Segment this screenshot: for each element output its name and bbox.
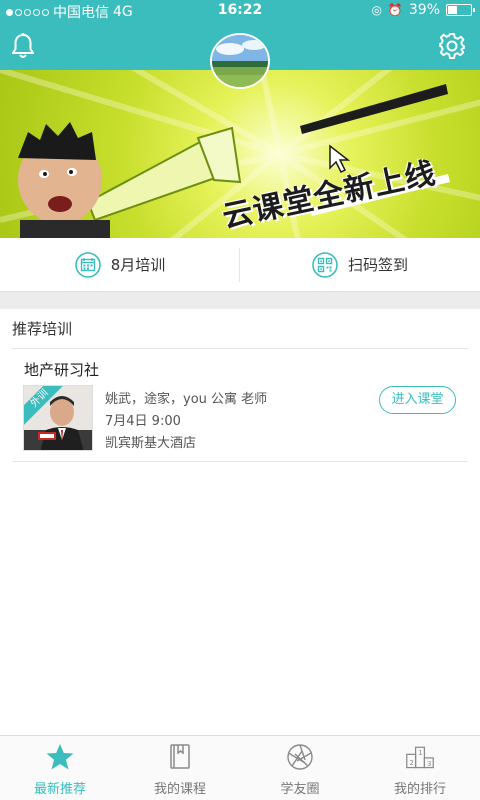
avatar[interactable] <box>210 33 270 89</box>
training-month-button[interactable]: 8月培训 <box>0 238 240 291</box>
battery-level <box>448 6 458 14</box>
tab-my-courses-label: 我的课程 <box>153 782 206 797</box>
alarm-icon: ⏰ <box>387 3 403 17</box>
svg-text:2: 2 <box>409 758 413 767</box>
svg-text:3: 3 <box>427 759 431 768</box>
podium-icon: 1 2 3 <box>406 746 434 769</box>
tab-my-ranking[interactable]: 1 2 3 我的排行 <box>360 736 480 800</box>
book-icon <box>170 744 190 769</box>
quick-actions: 8月培训 扫码签到 <box>0 238 480 292</box>
battery-icon <box>446 4 475 16</box>
svg-text:1: 1 <box>418 748 422 757</box>
section-gap <box>0 292 480 309</box>
action-divider <box>239 248 240 282</box>
training-place: 凯宾斯基大酒店 <box>105 436 197 451</box>
bell-icon[interactable] <box>10 32 36 60</box>
training-teacher: 姚武，途家，you 公寓 老师 <box>105 392 268 407</box>
rotation-lock-icon: ◎ <box>371 3 382 17</box>
training-title: 地产研习社 <box>24 361 100 379</box>
training-month-label: 8月培训 <box>110 256 166 274</box>
tab-my-courses[interactable]: 我的课程 <box>120 736 240 800</box>
scan-checkin-label: 扫码签到 <box>347 256 408 274</box>
aperture-icon <box>287 744 313 770</box>
gear-icon[interactable] <box>438 32 466 60</box>
training-thumbnail: 外训 <box>23 385 93 451</box>
tab-latest-label: 最新推荐 <box>33 782 86 797</box>
qr-code-icon <box>312 251 338 278</box>
section-title: 推荐培训 <box>12 320 73 338</box>
tab-latest[interactable]: 最新推荐 <box>0 736 120 800</box>
status-right: ◎ ⏰ 39% <box>371 2 475 18</box>
tab-classmates[interactable]: 学友圈 <box>240 736 360 800</box>
tab-bar: 最新推荐 我的课程 学友圈 1 2 3 我的排行 <box>0 735 480 800</box>
calendar-icon <box>74 251 101 278</box>
star-icon <box>46 744 74 770</box>
tab-my-ranking-label: 我的排行 <box>393 782 446 797</box>
status-bar: 中国电信 4G 16:22 ◎ ⏰ 39% <box>0 0 480 22</box>
training-date: 7月4日 9:00 <box>105 414 181 429</box>
battery-percent: 39% <box>408 2 440 18</box>
promo-banner[interactable]: 云课堂全新上线 <box>0 70 480 238</box>
training-card[interactable]: 地产研习社 外训 姚武，途家，you 公寓 老师 7月4日 9:00 凯宾斯基大… <box>12 349 468 462</box>
enter-classroom-button[interactable]: 进入课堂 <box>379 386 456 414</box>
tab-classmates-label: 学友圈 <box>280 782 320 797</box>
scan-checkin-button[interactable]: 扫码签到 <box>240 238 480 291</box>
